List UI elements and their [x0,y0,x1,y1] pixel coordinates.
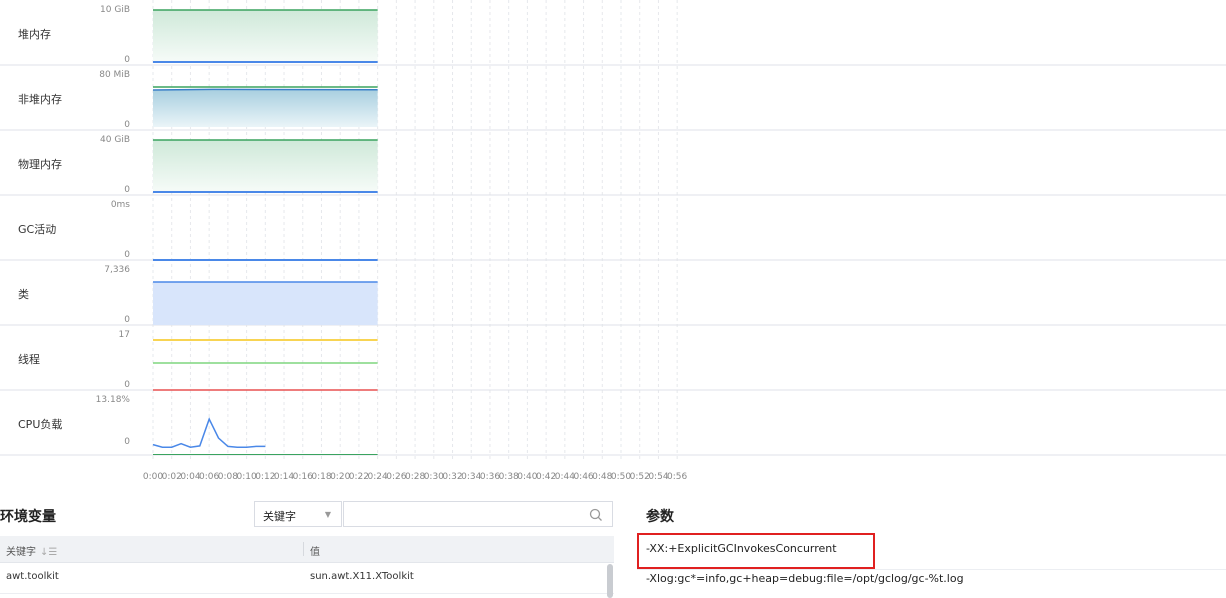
time-tick-label: 0:26 [386,472,406,482]
env-search-input[interactable] [343,501,613,527]
time-tick-label: 0:34 [461,472,481,482]
time-tick-label: 0:04 [180,472,200,482]
env-table: 关键字 ↓☰ 值 awt.toolkit sun.awt.X11.XToolkit [0,536,614,594]
env-value: sun.awt.X11.XToolkit [310,571,414,582]
time-tick-label: 0:08 [218,472,238,482]
time-tick-label: 0:48 [592,472,612,482]
time-tick-label: 0:14 [274,472,294,482]
time-tick-label: 0:38 [499,472,519,482]
axis-min-label: 0 [124,120,130,130]
metric-label: 非堆内存 [18,92,62,106]
time-tick-label: 0:30 [424,472,444,482]
axis-min-label: 0 [124,250,130,260]
axis-max-label: 17 [119,330,130,340]
time-tick-label: 0:44 [555,472,575,482]
param-item: -Xlog:gc*=info,gc+heap=debug:file=/opt/g… [646,572,964,585]
axis-min-label: 0 [124,55,130,65]
sort-icon[interactable]: ↓☰ [40,547,57,558]
time-tick-label: 0:42 [536,472,556,482]
metrics-charts: 堆内存 10 GiB 0 非堆内存 80 MiB 0 物理内存 40 GiB 0 GC活动 0ms 0… [0,0,1226,482]
axis-max-label: 10 GiB [100,5,130,15]
search-icon[interactable] [589,507,603,526]
time-tick-label: 0:32 [442,472,462,482]
env-vars-title: 环境变量 [0,509,56,525]
time-tick-label: 0:36 [480,472,500,482]
axis-min-label: 0 [124,185,130,195]
area-fill [153,90,378,127]
metric-label: 类 [18,287,29,301]
time-tick-label: 0:02 [162,472,182,482]
time-tick-label: 0:00 [143,472,163,482]
metric-label: 堆内存 [18,27,51,41]
time-tick-label: 0:20 [330,472,350,482]
metric-label: GC活动 [18,223,56,236]
env-table-header: 关键字 ↓☰ 值 [0,536,614,563]
params-title: 参数 [646,509,674,525]
time-tick-label: 0:24 [368,472,388,482]
time-tick-label: 0:16 [293,472,313,482]
metric-label: 线程 [18,352,40,366]
filter-field-select[interactable]: 关键字 ▼ [254,501,342,527]
axis-max-label: 80 MiB [99,70,130,80]
env-key: awt.toolkit [6,571,59,582]
time-tick-label: 0:50 [611,472,631,482]
area-fill [153,10,378,62]
axis-min-label: 0 [124,437,130,447]
time-tick-label: 0:28 [405,472,425,482]
axis-max-label: 40 GiB [100,135,130,145]
axis-max-label: 7,336 [104,265,130,275]
metric-label: 物理内存 [18,157,62,171]
axis-min-label: 0 [124,315,130,325]
table-scrollbar[interactable] [607,564,613,598]
col-header-value[interactable]: 值 [310,543,320,558]
time-tick-label: 0:52 [630,472,650,482]
time-tick-label: 0:22 [349,472,369,482]
time-tick-label: 0:10 [236,472,256,482]
time-tick-label: 0:46 [573,472,593,482]
axis-min-label: 0 [124,380,130,390]
col-header-key[interactable]: 关键字 ↓☰ [6,543,57,558]
highlight-box [637,533,875,569]
axis-max-label: 13.18% [96,395,131,405]
time-tick-label: 0:56 [667,472,687,482]
area-fill [153,282,378,325]
area-fill [153,140,378,192]
chevron-down-icon: ▼ [324,510,331,519]
axis-max-label: 0ms [111,200,130,210]
time-tick-label: 0:12 [255,472,275,482]
series-line [152,88,378,91]
metric-label: CPU负载 [18,417,62,431]
time-tick-label: 0:54 [648,472,668,482]
filter-field-value: 关键字 [263,510,296,523]
table-row[interactable]: awt.toolkit sun.awt.X11.XToolkit [0,563,614,594]
time-tick-label: 0:06 [199,472,219,482]
time-tick-label: 0:18 [311,472,331,482]
time-tick-label: 0:40 [517,472,537,482]
